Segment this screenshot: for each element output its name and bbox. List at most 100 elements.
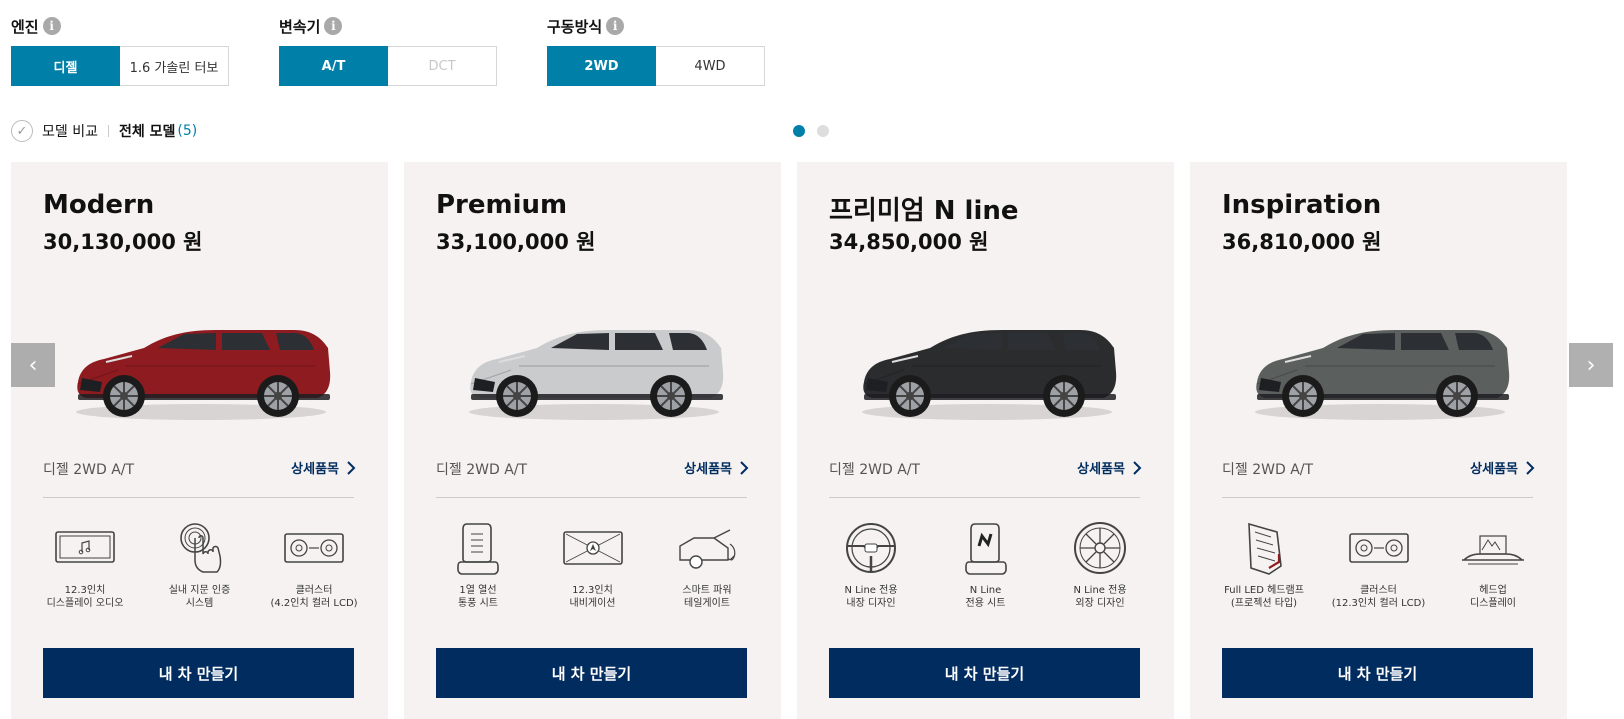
- pagination-dot-1[interactable]: [793, 125, 805, 137]
- feature-item: 클러스터 (12.3인치 컬러 LCD): [1327, 520, 1431, 610]
- info-icon[interactable]: i: [42, 17, 61, 35]
- build-car-button[interactable]: 내 차 만들기: [829, 648, 1140, 698]
- detail-link-label: 상세품목: [1077, 462, 1125, 477]
- model-price: 33,100,000 원: [436, 230, 596, 254]
- feature-label: 클러스터 (4.2인치 컬러 LCD): [270, 585, 358, 609]
- model-card: Inspiration 36,810,000 원 디젤 2WD A/T 상세품목: [1190, 162, 1567, 719]
- detail-link-label: 상세품목: [1470, 462, 1518, 477]
- model-price: 30,130,000 원: [43, 230, 203, 254]
- feature-label: 헤드업 디스플레이: [1470, 585, 1516, 609]
- car-illustration: [76, 330, 331, 420]
- drive-option-4wd[interactable]: 4WD: [656, 46, 765, 86]
- model-name: Inspiration: [1222, 190, 1382, 220]
- model-price: 36,810,000 원: [1222, 230, 1382, 254]
- transmission-option-at[interactable]: A/T: [279, 46, 388, 86]
- ventilated-seat-icon: [457, 523, 499, 575]
- feature-item: 실내 지문 인증 시스템: [148, 520, 252, 610]
- chevron-right-icon: [347, 460, 356, 475]
- feature-item: N Line 전용 시트: [934, 520, 1038, 610]
- car-image: [66, 312, 336, 422]
- model-spec: 디젤 2WD A/T: [1222, 462, 1314, 478]
- chevron-left-icon: ‹: [28, 352, 38, 378]
- fingerprint-icon: [179, 523, 221, 573]
- compare-row: ✓ 모델 비교 전체 모델 (5): [11, 119, 197, 143]
- chevron-right-icon: ›: [1586, 352, 1596, 378]
- detail-link[interactable]: 상세품목: [1077, 458, 1142, 477]
- info-icon[interactable]: i: [606, 17, 625, 35]
- car-image: [459, 312, 729, 422]
- feature-list: N Line 전용 내장 디자인 N Line 전용 시트 N Line 전용 …: [819, 520, 1152, 610]
- transmission-segmented-control: A/T DCT: [279, 46, 497, 86]
- hud-icon: [1462, 535, 1524, 565]
- model-name: 프리미엄 N line: [829, 196, 1019, 226]
- feature-label: N Line 전용 외장 디자인: [1073, 585, 1127, 609]
- car-illustration: [469, 330, 724, 420]
- all-models-count: (5): [177, 123, 198, 139]
- build-car-button[interactable]: 내 차 만들기: [43, 648, 354, 698]
- chevron-right-icon: [1133, 460, 1142, 475]
- feature-label: Full LED 헤드램프 (프로젝션 타입): [1224, 585, 1304, 609]
- feature-item: N Line 전용 내장 디자인: [819, 520, 923, 610]
- drive-filter-title: 구동방식 i: [547, 16, 625, 36]
- detail-link[interactable]: 상세품목: [291, 458, 356, 477]
- detail-link-label: 상세품목: [291, 462, 339, 477]
- chevron-right-icon: [740, 460, 749, 475]
- carousel-pagination: [793, 125, 829, 137]
- all-models-label: 전체 모델: [118, 124, 176, 140]
- feature-label: 12.3인치 내비게이션: [569, 585, 616, 609]
- model-spec: 디젤 2WD A/T: [829, 462, 921, 478]
- chevron-right-icon: [1526, 460, 1535, 475]
- feature-item: Full LED 헤드램프 (프로젝션 타입): [1212, 520, 1316, 610]
- model-price: 34,850,000 원: [829, 230, 989, 254]
- feature-list: 12.3인치 디스플레이 오디오 실내 지문 인증 시스템 클러스터 (4.2인…: [33, 520, 366, 610]
- drive-filter: 구동방식 i: [547, 16, 625, 36]
- car-image: [852, 312, 1122, 422]
- carousel-prev-button[interactable]: ‹: [11, 343, 55, 387]
- transmission-filter: 변속기 i: [279, 16, 343, 36]
- display-audio-icon: [55, 531, 115, 563]
- check-icon: ✓: [16, 123, 28, 139]
- feature-list: Full LED 헤드램프 (프로젝션 타입) 클러스터 (12.3인치 컬러 …: [1212, 520, 1545, 610]
- feature-label: 스마트 파워 테일게이트: [682, 585, 732, 609]
- info-icon[interactable]: i: [324, 17, 343, 35]
- feature-item: N Line 전용 외장 디자인: [1048, 520, 1152, 610]
- build-car-button[interactable]: 내 차 만들기: [1222, 648, 1533, 698]
- feature-label: 클러스터 (12.3인치 컬러 LCD): [1331, 585, 1426, 609]
- feature-label: 실내 지문 인증 시스템: [168, 585, 231, 609]
- navigation-icon: [562, 531, 623, 565]
- divider: [1222, 497, 1533, 498]
- detail-link[interactable]: 상세품목: [1470, 458, 1535, 477]
- carousel-next-button[interactable]: ›: [1569, 343, 1613, 387]
- model-name: Premium: [436, 190, 568, 220]
- compare-checkbox[interactable]: ✓: [11, 120, 33, 142]
- drive-segmented-control: 2WD 4WD: [547, 46, 765, 86]
- model-spec: 디젤 2WD A/T: [43, 462, 135, 478]
- model-card: Premium 33,100,000 원 디젤 2WD A/T 상세품목 1열 …: [404, 162, 781, 719]
- feature-label: 1열 열선 통풍 시트: [458, 585, 498, 609]
- detail-link[interactable]: 상세품목: [684, 458, 749, 477]
- transmission-filter-label: 변속기: [279, 17, 321, 36]
- engine-filter: 엔진 i: [11, 16, 61, 36]
- transmission-option-dct: DCT: [388, 46, 497, 86]
- n-seat-icon: [964, 523, 1007, 575]
- engine-option-gasoline-turbo[interactable]: 1.6 가솔린 터보: [120, 46, 229, 86]
- drive-option-2wd[interactable]: 2WD: [547, 46, 656, 86]
- car-illustration: [862, 330, 1117, 420]
- feature-item: 12.3인치 디스플레이 오디오: [33, 520, 137, 610]
- divider: [436, 497, 747, 498]
- compare-label[interactable]: 모델 비교: [42, 121, 98, 141]
- feature-item: 스마트 파워 테일게이트: [655, 520, 759, 610]
- pagination-dot-2[interactable]: [817, 125, 829, 137]
- divider: [829, 497, 1140, 498]
- cluster-icon: [284, 533, 344, 563]
- engine-option-diesel[interactable]: 디젤: [11, 46, 120, 86]
- model-card: Modern 30,130,000 원 디젤 2WD A/T 상세품목 12.3…: [11, 162, 388, 719]
- model-card: 프리미엄 N line 34,850,000 원 디젤 2WD A/T 상세품목: [797, 162, 1174, 719]
- model-name: Modern: [43, 190, 155, 220]
- compare-divider: [107, 125, 109, 137]
- divider: [43, 497, 354, 498]
- build-car-button[interactable]: 내 차 만들기: [436, 648, 747, 698]
- wheel-icon: [1074, 522, 1126, 574]
- feature-item: 1열 열선 통풍 시트: [426, 520, 530, 610]
- model-spec: 디젤 2WD A/T: [436, 462, 528, 478]
